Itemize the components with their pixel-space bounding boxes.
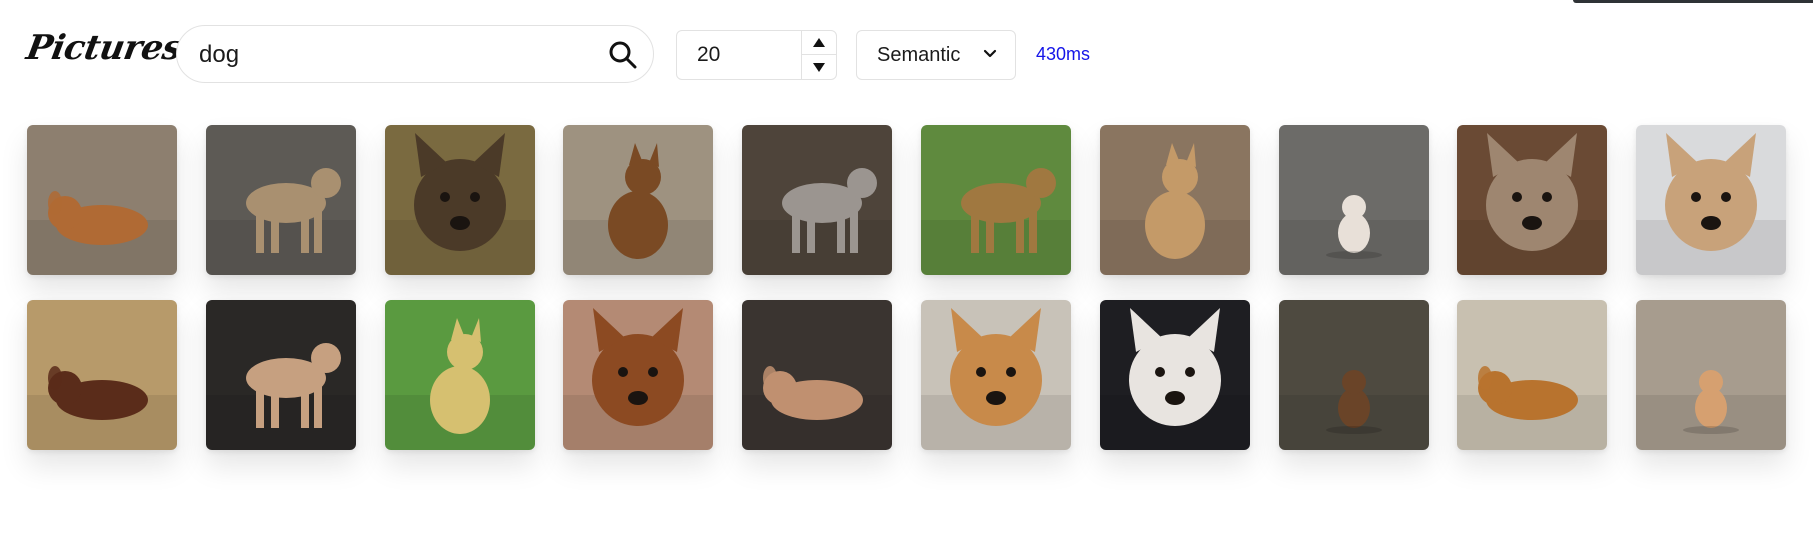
dog-image-10[interactable] (1636, 125, 1786, 275)
search-mode-select[interactable]: Semantic (856, 30, 1016, 80)
search-button[interactable] (607, 39, 639, 71)
dog-photo (563, 125, 713, 275)
dog-image-16[interactable] (921, 300, 1071, 450)
dog-image-4[interactable] (563, 125, 713, 275)
dog-photo (921, 125, 1071, 275)
dog-image-2[interactable] (206, 125, 356, 275)
dog-photo (385, 300, 535, 450)
stepper-controls (801, 31, 836, 79)
dog-image-19[interactable] (1457, 300, 1607, 450)
search-input[interactable] (197, 38, 581, 72)
triangle-up-icon (813, 38, 825, 47)
dog-photo (1279, 125, 1429, 275)
dog-photo (921, 300, 1071, 450)
dog-image-12[interactable] (206, 300, 356, 450)
dog-photo (1457, 300, 1607, 450)
dog-photo (27, 300, 177, 450)
dog-photo (385, 125, 535, 275)
dog-photo (27, 125, 177, 275)
dog-photo (742, 300, 892, 450)
decrement-button[interactable] (802, 55, 836, 79)
dog-image-9[interactable] (1457, 125, 1607, 275)
dog-image-18[interactable] (1279, 300, 1429, 450)
dog-image-17[interactable] (1100, 300, 1250, 450)
search-box[interactable] (176, 25, 654, 83)
dog-photo (1279, 300, 1429, 450)
toolbar: Pictures 20 Semantic 430ms (0, 0, 1813, 110)
search-icon (609, 41, 637, 69)
search-mode-value: Semantic (877, 44, 961, 66)
dog-photo (563, 300, 713, 450)
dog-image-15[interactable] (742, 300, 892, 450)
dog-image-3[interactable] (385, 125, 535, 275)
query-timing: 430ms (1036, 44, 1091, 64)
chevron-down-icon (983, 49, 997, 58)
dog-photo (1457, 125, 1607, 275)
increment-button[interactable] (802, 31, 836, 55)
dog-image-8[interactable] (1279, 125, 1429, 275)
dog-photo (206, 125, 356, 275)
dog-photo (206, 300, 356, 450)
app-logo: Pictures (23, 28, 185, 68)
dog-photo (742, 125, 892, 275)
dog-image-5[interactable] (742, 125, 892, 275)
dog-image-1[interactable] (27, 125, 177, 275)
dog-photo (1636, 300, 1786, 450)
dog-image-6[interactable] (921, 125, 1071, 275)
result-count-value[interactable]: 20 (697, 43, 720, 67)
dog-photo (1636, 125, 1786, 275)
dog-image-13[interactable] (385, 300, 535, 450)
dog-image-11[interactable] (27, 300, 177, 450)
dog-image-20[interactable] (1636, 300, 1786, 450)
triangle-down-icon (813, 62, 825, 72)
dog-photo (1100, 125, 1250, 275)
dog-image-7[interactable] (1100, 125, 1250, 275)
result-count-stepper[interactable]: 20 (676, 30, 837, 80)
dog-photo (1100, 300, 1250, 450)
dog-image-14[interactable] (563, 300, 713, 450)
